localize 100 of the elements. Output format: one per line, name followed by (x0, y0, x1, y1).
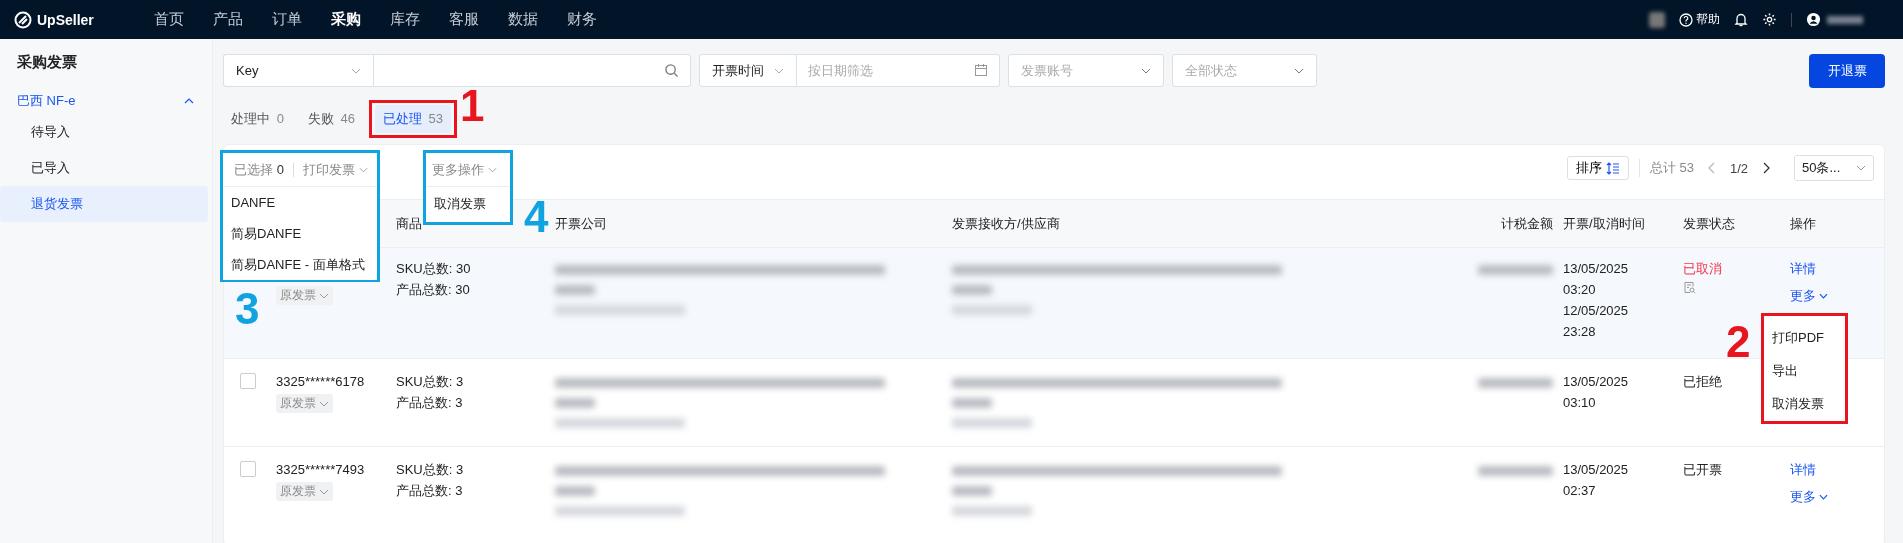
column-header: 发票接收方/供应商 (952, 214, 1060, 233)
previous-page-icon[interactable] (1707, 162, 1716, 174)
menu-item[interactable]: 简易DANFE (223, 218, 377, 249)
date-type-select[interactable]: 开票时间 (699, 54, 797, 87)
sidebar-item[interactable]: 退货发票 (0, 186, 208, 222)
logo-text: UpSeller (37, 11, 94, 28)
sku-count: SKU总数: 30 (396, 260, 471, 277)
more-link[interactable]: 更多 (1790, 488, 1828, 505)
time-text: 13/05/2025 (1563, 260, 1629, 277)
search-field[interactable] (373, 54, 691, 87)
total-count: 总计 53 (1649, 159, 1694, 177)
invoice-number: 3325******7493 (276, 461, 365, 478)
blurred-text (555, 486, 595, 496)
time-text: 02:37 (1563, 482, 1596, 499)
sidebar-item[interactable]: 待导入 (0, 114, 208, 150)
nav-item[interactable]: 财务 (552, 10, 611, 29)
product-count: 产品总数: 3 (396, 482, 463, 499)
chevron-icon (184, 98, 194, 104)
calendar-icon[interactable] (974, 63, 988, 77)
nav-item[interactable]: 数据 (493, 10, 552, 29)
chevron-icon (1141, 67, 1151, 74)
blurred-text (555, 398, 595, 408)
row-checkbox[interactable] (240, 373, 256, 389)
time-text: 03:10 (1563, 394, 1596, 411)
invoice-status: 已取消 (1683, 260, 1722, 277)
nav-item[interactable]: 产品 (198, 10, 257, 29)
callout-number: 3 (235, 287, 260, 331)
menu-item[interactable]: 取消发票 (426, 187, 510, 221)
blurred-avatar (1649, 11, 1665, 28)
key-select[interactable]: Key (223, 54, 373, 87)
status-tab[interactable]: 失败 46 (299, 105, 363, 133)
nav-item[interactable]: 订单 (257, 10, 316, 29)
column-header: 发票状态 (1683, 214, 1735, 233)
menu-item[interactable]: DANFE (223, 187, 377, 218)
settings-icon[interactable] (1762, 12, 1777, 27)
sku-count: SKU总数: 3 (396, 373, 464, 390)
page-indicator: 1/2 (1729, 160, 1748, 176)
sidebar-item[interactable]: 已导入 (0, 150, 208, 186)
nav-item[interactable]: 客服 (434, 10, 493, 29)
menu-item[interactable]: 打印PDF (1764, 321, 1845, 354)
details-link[interactable]: 详情 (1790, 461, 1816, 478)
product-count: 产品总数: 30 (396, 281, 470, 298)
more-actions-dropdown[interactable]: 更多操作 (432, 160, 497, 179)
chevron-icon (319, 292, 329, 299)
selected-count: 已选择 0 (234, 160, 284, 179)
nav-item[interactable]: 首页 (139, 10, 198, 29)
chevron-icon (1819, 493, 1828, 500)
menu-item[interactable]: 导出 (1764, 354, 1845, 387)
sidebar-title: 采购发票 (16, 53, 78, 72)
status-tab[interactable]: 处理中 0 (223, 105, 292, 133)
logo-icon (14, 10, 32, 29)
column-header: 开票公司 (555, 214, 607, 233)
blurred-text (952, 486, 992, 496)
document-search-icon[interactable] (1683, 281, 1696, 294)
blurred-text (952, 285, 992, 295)
sort-button[interactable]: 排序 (1566, 156, 1629, 180)
chevron-icon (1856, 165, 1866, 171)
sort-icon (1605, 161, 1620, 175)
status-tab[interactable]: 已处理 53 (374, 105, 452, 133)
callout-number: 2 (1726, 320, 1751, 364)
user-icon[interactable] (1806, 12, 1821, 27)
invoice-status: 已开票 (1683, 461, 1722, 478)
callout-number: 4 (524, 195, 549, 239)
help-icon (1679, 12, 1693, 27)
print-invoice-dropdown[interactable]: 打印发票 (302, 160, 368, 179)
page-size-select[interactable]: 50条... (1794, 155, 1874, 181)
blurred-text (555, 285, 595, 295)
chevron-icon (319, 488, 329, 495)
create-return-invoice-button[interactable]: 开退票 (1809, 53, 1885, 88)
chevron-icon (1294, 67, 1304, 74)
blurred-text (952, 398, 992, 408)
sidebar-group[interactable]: 巴西 NF-e (0, 88, 212, 114)
details-link[interactable]: 详情 (1790, 260, 1816, 277)
time-text: 23:28 (1563, 323, 1596, 340)
bell-icon[interactable] (1734, 12, 1748, 27)
invoice-number: 3325******6178 (276, 373, 365, 390)
search-icon[interactable] (664, 63, 679, 78)
time-text: 03:20 (1563, 281, 1596, 298)
time-text: 13/05/2025 (1563, 461, 1629, 478)
menu-item[interactable]: 简易DANFE - 面单格式 (223, 249, 377, 280)
column-header: 开票/取消时间 (1563, 214, 1645, 233)
row-checkbox[interactable] (240, 461, 256, 477)
nav-item[interactable]: 库存 (375, 10, 434, 29)
menu-item[interactable]: 取消发票 (1764, 387, 1845, 420)
column-header: 商品 (396, 214, 422, 233)
product-count: 产品总数: 3 (396, 394, 463, 411)
chevron-icon (351, 67, 361, 74)
nav-item[interactable]: 采购 (316, 10, 375, 29)
chevron-icon (358, 166, 368, 173)
chevron-icon (319, 400, 329, 407)
chevron-icon (1819, 292, 1828, 299)
date-field[interactable]: 按日期筛选 (797, 54, 1000, 87)
more-link[interactable]: 更多 (1790, 287, 1828, 304)
callout-number: 1 (459, 84, 485, 128)
time-text: 13/05/2025 (1563, 373, 1629, 390)
chevron-icon (488, 166, 497, 173)
next-page-icon[interactable] (1762, 162, 1770, 174)
help-link[interactable]: 帮助 (1679, 11, 1720, 28)
time-text: 12/05/2025 (1563, 302, 1629, 319)
sku-count: SKU总数: 3 (396, 461, 464, 478)
